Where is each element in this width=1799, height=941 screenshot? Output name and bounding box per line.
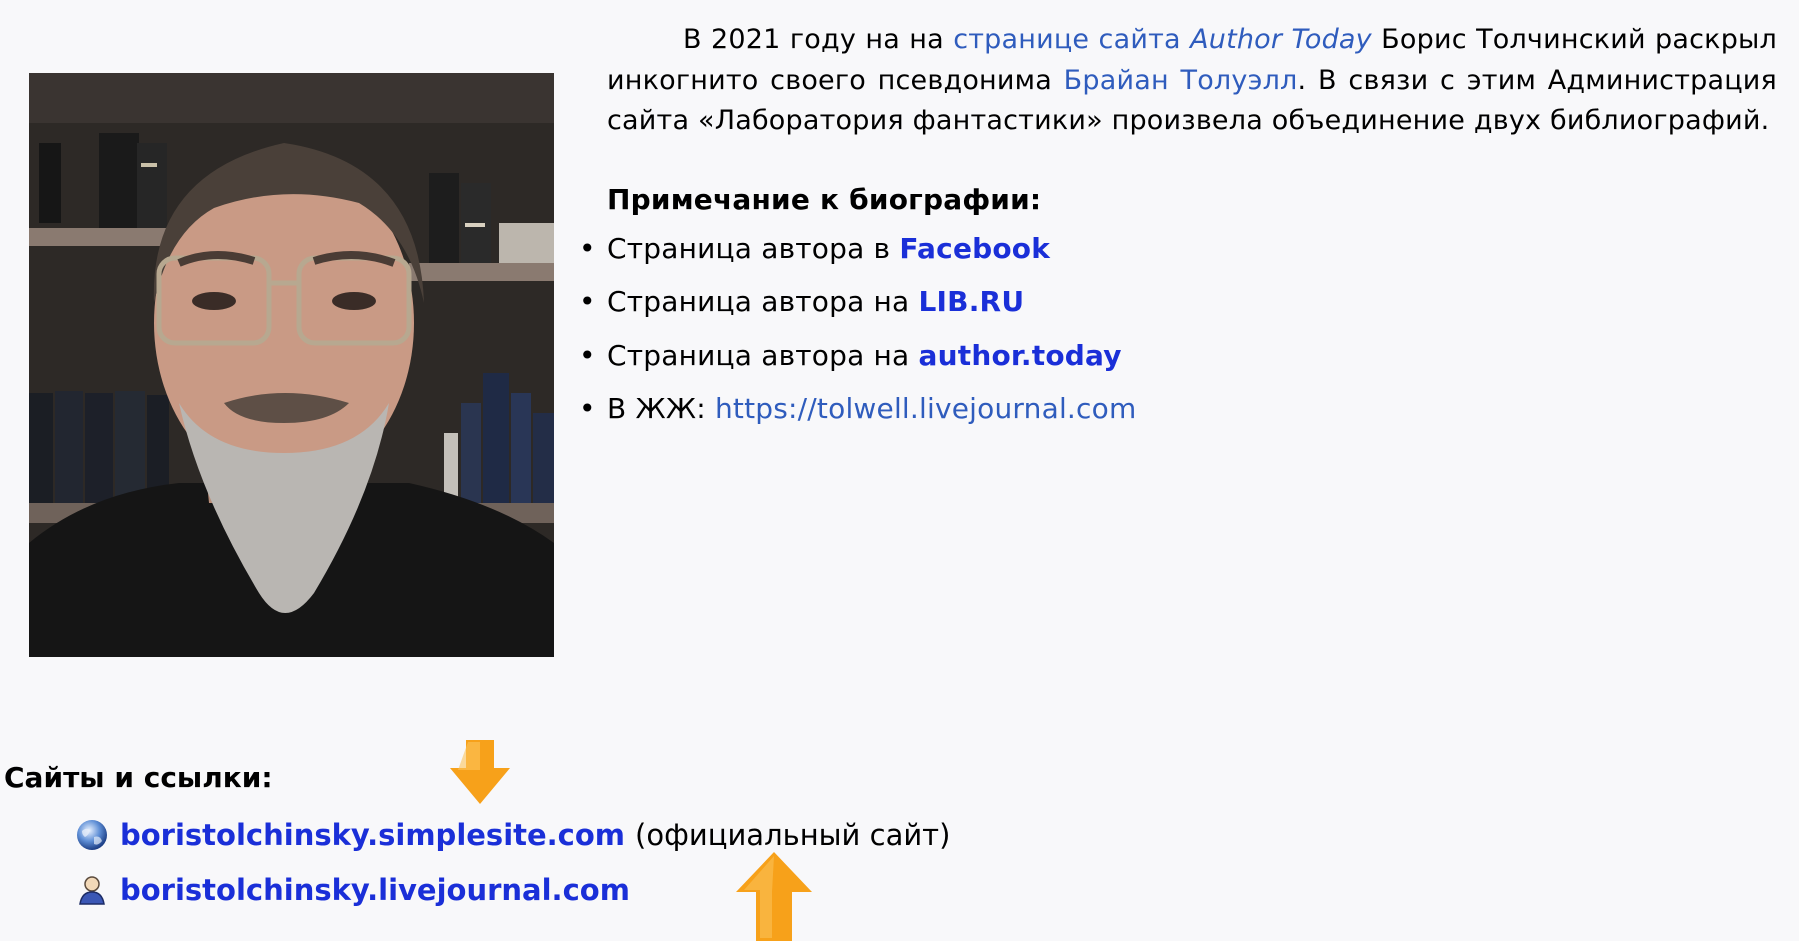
user-icon [76,874,108,906]
livejournal-site-link[interactable]: boristolchinsky.livejournal.com [120,870,630,910]
author-today-link[interactable]: author.today [919,339,1122,372]
down-arrow-icon [450,740,510,804]
pseudonym-author-link[interactable]: Брайан Толуэлл [1064,65,1298,96]
official-site-note: (официальный сайт) [635,818,951,852]
site-row-livejournal: boristolchinsky.livejournal.com [76,870,630,910]
facebook-link[interactable]: Facebook [899,232,1050,265]
bio-paragraph: В 2021 году на на странице сайта Author … [607,24,1778,136]
livejournal-url-link[interactable]: https://tolwell.livejournal.com [715,392,1136,425]
globe-icon [76,819,108,851]
libru-link[interactable]: LIB.RU [919,285,1025,318]
sites-title: Сайты и ссылки: [4,761,273,794]
bullet-icon: • [579,392,596,425]
list-item: • Страница автора в Facebook [579,229,1777,269]
bullet-icon: • [579,338,596,372]
list-item: • Страница автора на author.today [579,336,1777,376]
list-item: • Страница автора на LIB.RU [579,282,1777,322]
author-photo [29,73,554,657]
bullet-icon: • [579,231,596,265]
bio-note-list: • Страница автора в Facebook • Страница … [579,229,1777,430]
list-item: • В ЖЖ: https://tolwell.livejournal.com [579,389,1777,429]
bio-section: В 2021 году на на странице сайта Author … [579,20,1778,443]
site-row-official: boristolchinsky.simplesite.com (официаль… [76,815,950,855]
up-arrow-icon [736,852,812,941]
bullet-icon: • [579,285,596,318]
bio-note-title: Примечание к биографии: [607,182,1042,216]
official-site-link[interactable]: boristolchinsky.simplesite.com [120,815,625,855]
author-today-page-link[interactable]: странице сайта Author Today [953,24,1372,55]
